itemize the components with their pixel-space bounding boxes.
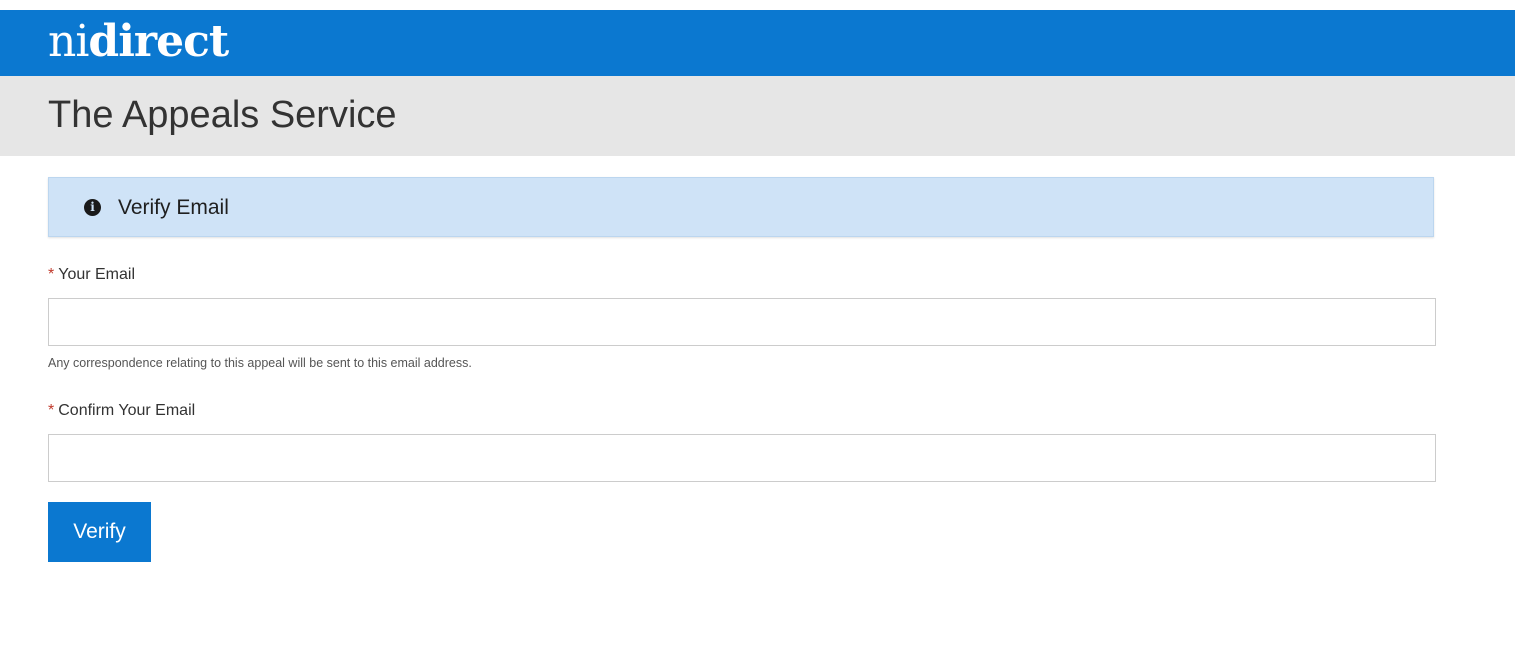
required-marker: * (48, 402, 55, 419)
email-field[interactable] (48, 298, 1436, 346)
email-label-text: Your Email (58, 266, 136, 283)
confirm-email-field[interactable] (48, 434, 1436, 482)
info-alert: i Verify Email (48, 177, 1434, 237)
confirm-email-label: * Confirm Your Email (48, 402, 195, 420)
info-circle-icon: i (84, 199, 101, 216)
verify-button[interactable]: Verify (48, 502, 151, 562)
service-title-bar: The Appeals Service (0, 76, 1515, 156)
required-marker: * (48, 266, 55, 283)
nidirect-logo[interactable]: nidirect (48, 20, 229, 64)
email-hint: Any correspondence relating to this appe… (48, 356, 472, 370)
email-label: * Your Email (48, 266, 135, 284)
brand-header: nidirect (0, 10, 1515, 76)
page-title: The Appeals Service (48, 94, 397, 136)
logo-direct-text: direct (88, 16, 229, 67)
alert-text: Verify Email (118, 196, 229, 219)
confirm-email-label-text: Confirm Your Email (58, 402, 196, 419)
top-strip (0, 0, 1515, 10)
logo-ni-text: ni (48, 16, 89, 67)
